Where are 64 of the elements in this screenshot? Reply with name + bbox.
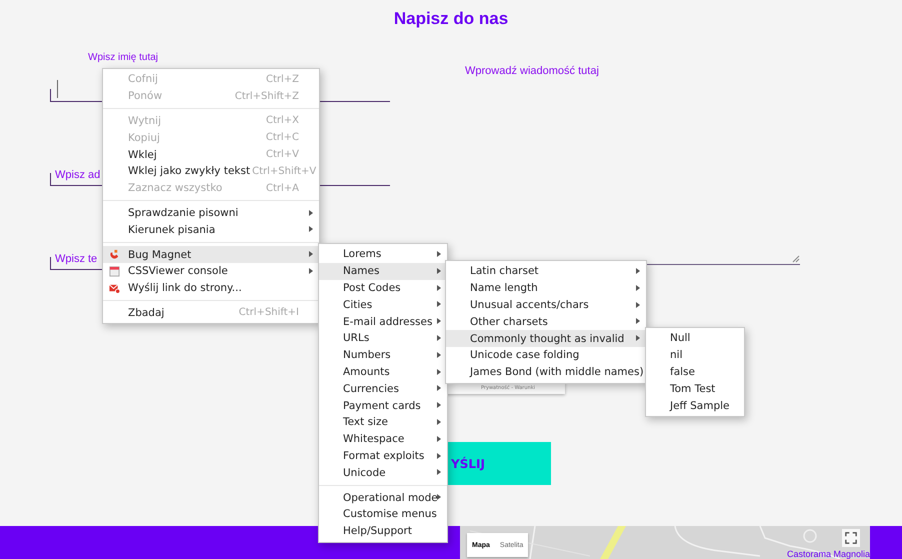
menu-item[interactable]: Tom Test — [646, 380, 744, 398]
menu-item[interactable]: James Bond (with middle names) — [446, 364, 646, 381]
submenu-arrow-icon — [437, 268, 441, 274]
menu-item[interactable]: Names — [319, 262, 447, 280]
resize-grip-icon[interactable] — [792, 255, 800, 263]
menu-item[interactable]: Zbadaj Ctrl+Shift+I — [103, 304, 319, 322]
menu-item[interactable]: URLs — [319, 330, 447, 347]
submenu-arrow-icon — [437, 284, 441, 291]
menu-item[interactable]: Null — [646, 330, 744, 347]
menu-item[interactable]: Operational mode — [319, 489, 447, 506]
submenu-arrow-icon — [437, 452, 441, 459]
submenu-arrow-icon — [437, 436, 441, 442]
menu-item[interactable]: false — [646, 364, 744, 380]
menu-item[interactable]: Text size — [319, 414, 447, 431]
submenu-arrow-icon — [309, 268, 313, 274]
submenu-arrow-icon — [437, 251, 441, 257]
submenu-arrow-icon — [636, 335, 640, 342]
submenu-arrow-icon — [437, 385, 441, 392]
submenu-arrow-icon — [437, 402, 441, 408]
menu-item[interactable]: Unicode case folding — [446, 346, 646, 364]
submenu-arrow-icon — [309, 251, 313, 258]
menu-item[interactable]: Customise menus — [319, 506, 447, 523]
magnet-icon — [109, 249, 120, 260]
menu-item[interactable]: Lorems — [319, 246, 447, 263]
submenu-arrow-icon — [636, 268, 640, 274]
submenu-arrow-icon — [636, 284, 640, 291]
menu-item[interactable]: E-mail addresses — [319, 313, 447, 330]
submenu-arrow-icon — [437, 469, 441, 476]
menu-item[interactable]: Help/Support — [319, 522, 447, 540]
fullscreen-icon[interactable] — [842, 529, 860, 547]
submenu-arrow-icon — [309, 226, 313, 232]
map-place-label: Castorama Magnolia — [786, 549, 870, 559]
mail-icon — [109, 282, 120, 294]
submenu-arrow-icon — [437, 418, 441, 425]
window-icon — [109, 266, 120, 277]
menu-item[interactable]: Wklej jako zwykły tekst Ctrl+Shift+V — [103, 162, 319, 180]
menu-item[interactable]: Kierunek pisania — [103, 221, 319, 238]
menu-item[interactable]: Numbers — [319, 346, 447, 364]
menu-item[interactable]: Wyślij link do strony... — [103, 280, 319, 297]
menu-item[interactable]: Sprawdzanie pisowni — [103, 204, 319, 222]
submenu-arrow-icon — [437, 352, 441, 358]
menu-item[interactable]: Name length — [446, 280, 646, 297]
menu-item[interactable]: Commonly thought as invalid — [446, 330, 646, 347]
menu-item[interactable]: Jeff Sample — [646, 397, 744, 414]
submenu-arrow-icon — [437, 334, 441, 341]
submenu-arrow-icon — [437, 318, 441, 324]
submenu-arrow-icon — [437, 494, 441, 500]
menu-item[interactable]: CSSViewer console — [103, 262, 319, 280]
submenu-arrow-icon — [437, 301, 441, 308]
menu-item[interactable]: Other charsets — [446, 313, 646, 330]
menu-item[interactable]: Wklej Ctrl+V — [103, 146, 319, 163]
menu-item[interactable]: Payment cards — [319, 397, 447, 414]
submenu-arrow-icon — [636, 318, 640, 324]
submenu-arrow-icon — [437, 368, 441, 375]
menu-item[interactable]: Latin charset — [446, 263, 646, 280]
page-title: Napisz do nas — [392, 8, 510, 30]
menu-item[interactable]: Unusual accents/chars — [446, 296, 646, 314]
menu-item[interactable]: Post Codes — [319, 280, 447, 296]
menu-item[interactable]: Cities — [319, 296, 447, 314]
menu-item[interactable]: Amounts — [319, 364, 447, 380]
menu-item[interactable]: Bug Magnet — [103, 246, 319, 263]
submenu-arrow-icon — [309, 210, 313, 216]
submenu-arrow-icon — [636, 302, 640, 308]
menu-item[interactable]: nil — [646, 346, 744, 364]
